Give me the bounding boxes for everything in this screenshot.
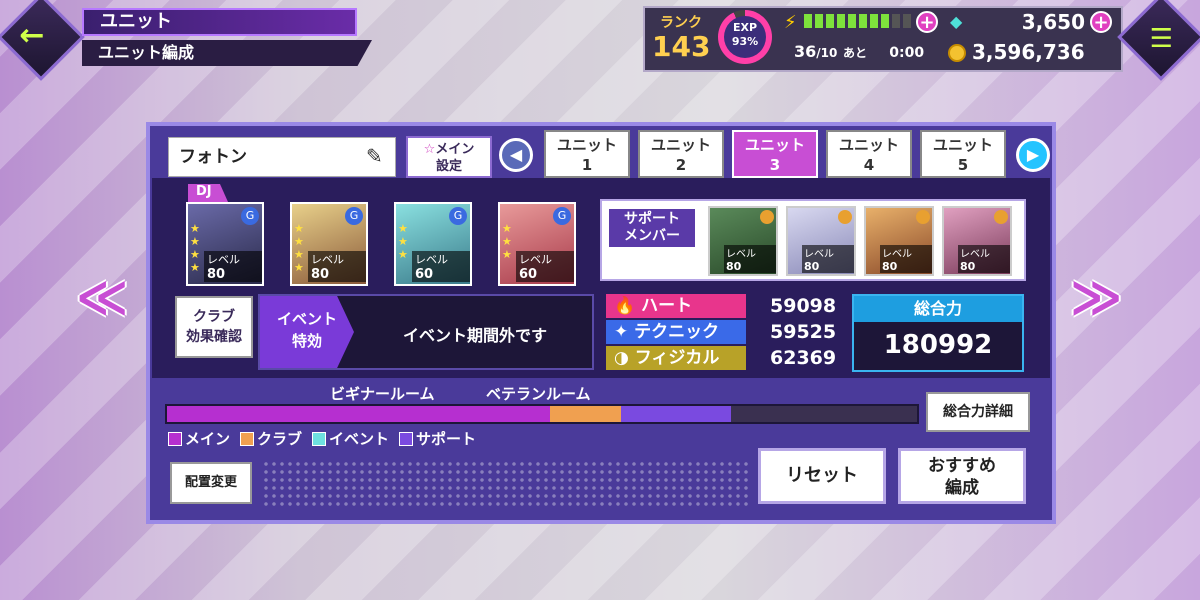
event-bonus-label: イベント 特効 <box>260 296 354 368</box>
tab-unit-1[interactable]: ユニット 1 <box>544 130 630 178</box>
page-subtitle: ユニット編成 <box>82 40 372 66</box>
gem-count: 3,650 <box>1021 10 1085 34</box>
unit-name-field[interactable]: フォトン <box>168 137 396 177</box>
tab-unit-4[interactable]: ユニット 4 <box>826 130 912 178</box>
exp-indicator: EXP 93% <box>724 16 766 58</box>
add-gem-button[interactable]: + <box>1090 11 1112 33</box>
stamina-text: 36/10 あと 0:00 <box>794 42 925 61</box>
power-segment-1 <box>549 406 621 422</box>
stat-heart-value: 59098 <box>770 295 837 317</box>
club-effect-button[interactable]: クラブ 効果確認 <box>175 296 253 358</box>
stat-heart-label: 🔥 ハート <box>606 294 746 318</box>
attribute-icon: G <box>345 207 363 225</box>
member-card-1[interactable]: G ★ ★ ★ ★ レベル 80 <box>186 202 264 286</box>
back-arrow-icon: ← <box>19 18 45 54</box>
add-stamina-button[interactable]: + <box>916 11 938 33</box>
total-power-value: 180992 <box>883 330 993 360</box>
rarity-stars: ★ ★ ★ ★ <box>190 222 200 274</box>
stamina-bolt-icon: ⚡ <box>784 12 797 33</box>
coin-count: 3,596,736 <box>972 40 1085 64</box>
attribute-icon: G <box>553 207 571 225</box>
next-unit-arrow[interactable]: ≫ <box>1070 268 1122 326</box>
legend-main: メイン <box>168 428 230 449</box>
attribute-icon: G <box>241 207 259 225</box>
back-button[interactable]: ← <box>0 0 85 81</box>
stamina-bar <box>804 14 911 28</box>
stat-physical-value: 62369 <box>770 347 837 369</box>
stat-physical-label: ◑ フィジカル <box>606 346 746 370</box>
rank-value: 143 <box>652 30 711 63</box>
tab-unit-3[interactable]: ユニット 3 <box>732 130 818 178</box>
total-power-detail-button[interactable]: 総合力詳細 <box>926 392 1030 432</box>
rarity-stars: ★ ★ ★ <box>398 222 408 261</box>
power-segment-0 <box>167 406 550 422</box>
total-power-label: 総合力 <box>854 296 1022 322</box>
tab-unit-5[interactable]: ユニット 5 <box>920 130 1006 178</box>
rarity-stars: ★ ★ ★ <box>502 222 512 261</box>
veteran-room-marker: ベテランルーム <box>486 385 591 403</box>
sparkle-icon: ✦ <box>614 322 629 342</box>
legend-club: クラブ <box>240 428 302 449</box>
member-card-2[interactable]: G ★ ★ ★ ★ レベル 80 <box>290 202 368 286</box>
beginner-room-marker: ビギナールーム <box>330 385 435 403</box>
legend-event: イベント <box>312 428 389 449</box>
dot-pattern <box>262 460 752 510</box>
reset-button[interactable]: リセット <box>758 448 886 504</box>
prev-unit-arrow[interactable]: ≪ <box>76 268 128 326</box>
pencil-icon[interactable]: ✎ <box>366 144 383 168</box>
support-card-4[interactable]: レベル 80 <box>942 206 1012 276</box>
coin-icon <box>948 44 966 62</box>
tab-scroll-right-button[interactable]: ▶ <box>1016 138 1050 172</box>
support-card-2[interactable]: レベル 80 <box>786 206 856 276</box>
legend-support: サポート <box>399 428 476 449</box>
support-card-3[interactable]: レベル 80 <box>864 206 934 276</box>
page-title: ユニット <box>82 8 357 36</box>
support-card-1[interactable]: レベル 80 <box>708 206 778 276</box>
main-set-button[interactable]: ☆メイン 設定 <box>406 136 492 178</box>
tab-unit-2[interactable]: ユニット 2 <box>638 130 724 178</box>
gem-icon: ◆ <box>950 12 963 31</box>
support-members-label: サポート メンバー <box>609 209 695 247</box>
menu-button[interactable]: ☰ <box>1117 0 1200 81</box>
rank-label: ランク <box>660 15 702 31</box>
attribute-icon: G <box>449 207 467 225</box>
power-breakdown-bar <box>165 404 919 424</box>
flame-icon: 🔥 <box>614 296 636 316</box>
change-layout-button[interactable]: 配置変更 <box>170 462 252 504</box>
member-card-3[interactable]: G ★ ★ ★ レベル 60 <box>394 202 472 286</box>
tab-scroll-left-button[interactable]: ◀ <box>499 138 533 172</box>
rarity-stars: ★ ★ ★ ★ <box>294 222 304 274</box>
stat-technique-value: 59525 <box>770 321 837 343</box>
power-legend: メイン クラブ イベント サポート <box>168 428 476 449</box>
stat-technique-label: ✦ テクニック <box>606 320 746 344</box>
power-segment-3 <box>620 406 731 422</box>
event-status-text: イベント期間外です <box>402 326 547 345</box>
menu-list-icon: ☰ <box>1149 23 1174 54</box>
crescent-icon: ◑ <box>614 348 629 368</box>
star-icon: ☆ <box>423 142 436 157</box>
member-card-4[interactable]: G ★ ★ ★ レベル 60 <box>498 202 576 286</box>
recommended-formation-button[interactable]: おすすめ 編成 <box>898 448 1026 504</box>
